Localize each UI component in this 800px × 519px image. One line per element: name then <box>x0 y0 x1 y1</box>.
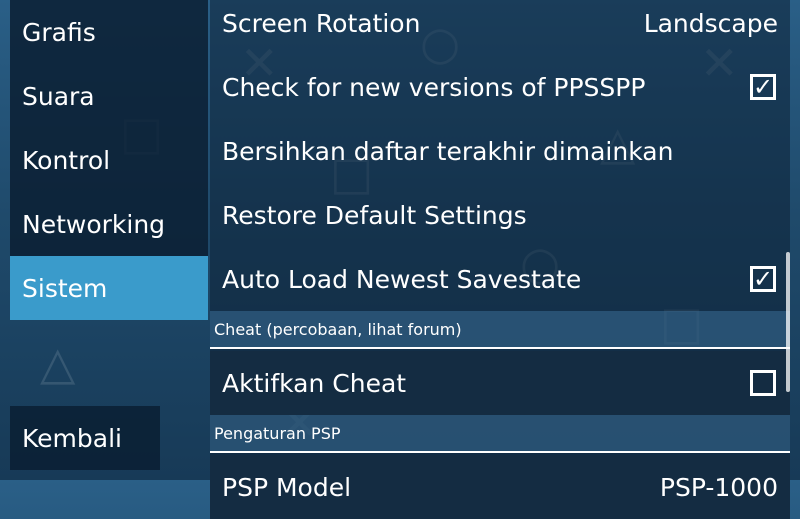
section-title: Pengaturan PSP <box>214 423 341 443</box>
tab-networking[interactable]: Networking <box>10 192 208 256</box>
auto-load-savestate-setting[interactable]: Auto Load Newest Savestate ✓ <box>210 247 790 311</box>
psp-section-header: Pengaturan PSP <box>210 415 790 453</box>
setting-label: PSP Model <box>222 472 352 502</box>
checkbox-unchecked[interactable] <box>750 370 776 396</box>
setting-label: Auto Load Newest Savestate <box>222 264 582 294</box>
tab-kontrol[interactable]: Kontrol <box>10 128 208 192</box>
settings-panel: Screen Rotation Landscape Check for new … <box>210 0 790 519</box>
tab-sistem[interactable]: Sistem <box>10 256 208 320</box>
back-button-label: Kembali <box>22 423 122 453</box>
checkbox-checked[interactable]: ✓ <box>750 266 776 292</box>
tab-label: Kontrol <box>22 145 111 175</box>
check-versions-setting[interactable]: Check for new versions of PPSSPP ✓ <box>210 55 790 119</box>
setting-label: Bersihkan daftar terakhir dimainkan <box>222 136 674 166</box>
tab-label: Grafis <box>22 17 96 47</box>
enable-cheat-setting[interactable]: Aktifkan Cheat <box>210 351 790 415</box>
tab-suara[interactable]: Suara <box>10 64 208 128</box>
tab-label: Sistem <box>22 273 108 303</box>
setting-label: Screen Rotation <box>222 8 421 38</box>
checkbox-checked[interactable]: ✓ <box>750 74 776 100</box>
section-title: Cheat (percobaan, lihat forum) <box>214 319 462 339</box>
setting-value: PSP-1000 <box>659 472 778 502</box>
tab-label: Suara <box>22 81 95 111</box>
settings-sidebar: Grafis Suara Kontrol Networking Sistem K… <box>0 0 208 480</box>
setting-value: Landscape <box>643 8 778 38</box>
setting-label: Aktifkan Cheat <box>222 368 407 398</box>
cheat-section-header: Cheat (percobaan, lihat forum) <box>210 311 790 349</box>
psp-model-setting[interactable]: PSP Model PSP-1000 <box>210 455 790 519</box>
tab-grafis[interactable]: Grafis <box>10 0 208 64</box>
restore-defaults-setting[interactable]: Restore Default Settings <box>210 183 790 247</box>
setting-label: Restore Default Settings <box>222 200 527 230</box>
tab-label: Networking <box>22 209 166 239</box>
back-button[interactable]: Kembali <box>10 406 160 470</box>
screen-rotation-setting[interactable]: Screen Rotation Landscape <box>210 0 790 55</box>
clear-recent-setting[interactable]: Bersihkan daftar terakhir dimainkan <box>210 119 790 183</box>
scrollbar[interactable] <box>786 252 790 392</box>
setting-label: Check for new versions of PPSSPP <box>222 72 646 102</box>
